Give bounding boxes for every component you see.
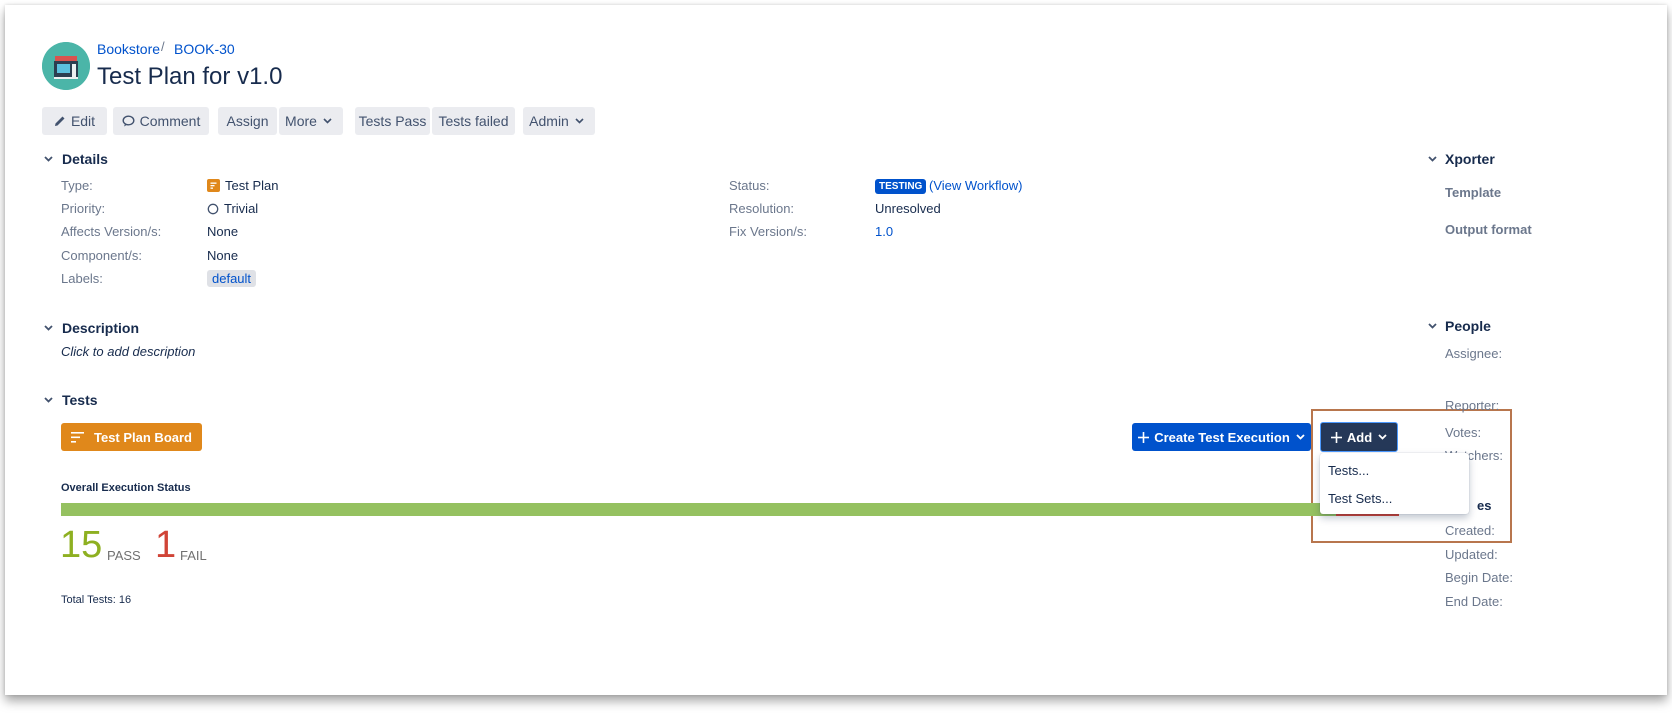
priority-value: Trivial bbox=[207, 201, 258, 216]
add-label: Add bbox=[1346, 429, 1373, 445]
tests-toggle[interactable]: Tests bbox=[42, 392, 98, 408]
dates-heading: es bbox=[1477, 498, 1492, 513]
type-value: Test Plan bbox=[207, 178, 278, 193]
breadcrumb-issue-key[interactable]: BOOK-30 bbox=[174, 41, 235, 57]
chevron-down-icon bbox=[1378, 434, 1387, 440]
reporter-label: Reporter: bbox=[1445, 398, 1500, 413]
add-dropdown-menu: Tests... Test Sets... bbox=[1320, 453, 1469, 514]
create-test-execution-button[interactable]: Create Test Execution bbox=[1132, 423, 1311, 451]
issue-title[interactable]: Test Plan for v1.0 bbox=[97, 63, 282, 91]
affects-versions-label: Affects Version/s: bbox=[61, 224, 162, 239]
breadcrumb-project[interactable]: Bookstore bbox=[97, 41, 160, 57]
tests-heading: Tests bbox=[62, 392, 98, 408]
add-button[interactable]: Add bbox=[1320, 422, 1398, 452]
test-plan-icon bbox=[207, 179, 220, 192]
tests-failed-label: Tests failed bbox=[438, 113, 509, 129]
breadcrumb-separator: / bbox=[161, 39, 165, 54]
assign-button[interactable]: Assign bbox=[218, 107, 277, 135]
trivial-priority-icon bbox=[207, 203, 219, 214]
board-icon bbox=[70, 431, 84, 443]
create-test-execution-label: Create Test Execution bbox=[1154, 429, 1290, 445]
created-label: Created: bbox=[1445, 523, 1495, 538]
test-plan-board-label: Test Plan Board bbox=[93, 429, 192, 445]
menu-item-test-sets[interactable]: Test Sets... bbox=[1328, 491, 1392, 506]
admin-button[interactable]: Admin bbox=[523, 107, 595, 135]
labels-label: Labels: bbox=[61, 271, 103, 286]
more-button[interactable]: More bbox=[279, 107, 343, 135]
chevron-down-icon bbox=[575, 118, 584, 124]
chevron-down-icon bbox=[1296, 434, 1305, 440]
tests-failed-button[interactable]: Tests failed bbox=[432, 107, 515, 135]
chevron-down-icon bbox=[43, 397, 53, 403]
project-avatar[interactable] bbox=[42, 42, 90, 90]
total-tests: Total Tests: 16 bbox=[61, 594, 132, 606]
assign-label: Assign bbox=[226, 113, 269, 129]
status-badge: TESTING bbox=[875, 179, 927, 194]
details-toggle[interactable]: Details bbox=[42, 151, 108, 167]
components-value: None bbox=[207, 248, 239, 263]
menu-item-tests[interactable]: Tests... bbox=[1328, 463, 1369, 478]
end-date-label: End Date: bbox=[1445, 594, 1503, 609]
comment-button[interactable]: Comment bbox=[113, 107, 209, 135]
admin-label: Admin bbox=[529, 113, 569, 129]
description-placeholder[interactable]: Click to add description bbox=[61, 344, 195, 359]
overall-execution-status-title: Overall Execution Status bbox=[61, 482, 191, 494]
assignee-label: Assignee: bbox=[1445, 346, 1503, 361]
test-plan-board-button[interactable]: Test Plan Board bbox=[61, 423, 202, 451]
type-text: Test Plan bbox=[225, 178, 279, 193]
resolution-label: Resolution: bbox=[729, 201, 795, 216]
status-label: Status: bbox=[729, 178, 770, 193]
updated-label: Updated: bbox=[1445, 547, 1498, 562]
chevron-down-icon bbox=[1427, 323, 1437, 329]
plus-icon bbox=[1138, 431, 1150, 443]
details-heading: Details bbox=[62, 151, 108, 167]
type-label: Type: bbox=[61, 178, 93, 193]
pencil-icon bbox=[54, 116, 65, 126]
comment-label: Comment bbox=[139, 113, 201, 129]
chevron-down-icon bbox=[1427, 156, 1437, 162]
edit-button[interactable]: Edit bbox=[42, 107, 107, 135]
issue-view: Bookstore / BOOK-30 Test Plan for v1.0 E… bbox=[5, 5, 1667, 695]
more-label: More bbox=[285, 113, 317, 129]
xporter-toggle[interactable]: Xporter bbox=[1426, 151, 1495, 167]
fail-label: FAIL bbox=[180, 548, 207, 563]
label-chip[interactable]: default bbox=[207, 270, 257, 287]
fix-version-link[interactable]: 1.0 bbox=[875, 224, 893, 239]
components-label: Component/s: bbox=[61, 248, 142, 263]
resolution-value: Unresolved bbox=[875, 201, 941, 216]
execution-status-bar bbox=[61, 503, 1399, 516]
fix-versions-label: Fix Version/s: bbox=[729, 224, 808, 239]
people-heading: People bbox=[1445, 318, 1491, 334]
tests-pass-button[interactable]: Tests Pass bbox=[355, 107, 430, 135]
chevron-down-icon bbox=[43, 325, 53, 331]
priority-text: Trivial bbox=[224, 201, 259, 216]
edit-label: Edit bbox=[70, 113, 96, 129]
output-format-label: Output format bbox=[1445, 222, 1532, 237]
tests-pass-label: Tests Pass bbox=[358, 113, 427, 129]
pass-label: PASS bbox=[107, 548, 141, 563]
description-toggle[interactable]: Description bbox=[42, 320, 139, 336]
begin-date-label: Begin Date: bbox=[1445, 570, 1513, 585]
pass-count: 15 bbox=[60, 524, 103, 566]
template-label: Template bbox=[1445, 185, 1502, 200]
chevron-down-icon bbox=[43, 156, 53, 162]
chevron-down-icon bbox=[323, 118, 332, 124]
view-workflow-link[interactable]: (View Workflow) bbox=[929, 178, 1022, 193]
people-toggle[interactable]: People bbox=[1426, 318, 1491, 334]
xporter-heading: Xporter bbox=[1445, 151, 1495, 167]
affects-versions-value: None bbox=[207, 224, 239, 239]
fail-count: 1 bbox=[155, 524, 177, 566]
priority-label: Priority: bbox=[61, 201, 106, 216]
description-heading: Description bbox=[62, 320, 140, 336]
comment-icon bbox=[122, 115, 135, 127]
plus-icon bbox=[1330, 431, 1342, 443]
votes-label: Votes: bbox=[1445, 425, 1482, 440]
